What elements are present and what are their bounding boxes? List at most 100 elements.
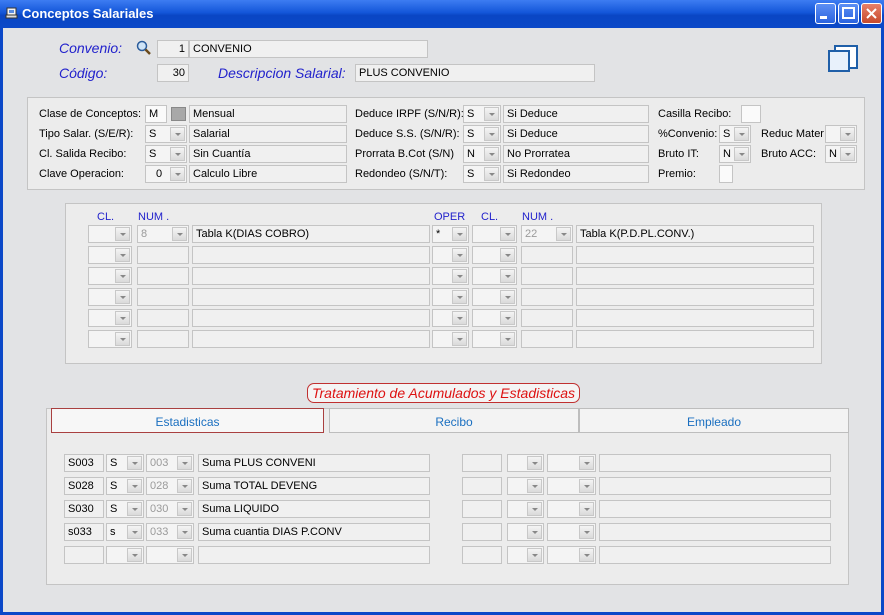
chevron-down-icon[interactable] — [177, 525, 192, 539]
acum-flag-select[interactable]: S — [106, 477, 144, 495]
clave-select[interactable]: 0 — [145, 165, 187, 183]
chevron-down-icon[interactable] — [452, 290, 467, 304]
formula-cl2-select[interactable] — [472, 267, 517, 285]
acum-flag-select[interactable]: S — [106, 454, 144, 472]
descripcion-field[interactable]: PLUS CONVENIO — [355, 64, 595, 82]
clase-lookup-button[interactable] — [171, 107, 186, 121]
chevron-down-icon[interactable] — [484, 107, 499, 121]
chevron-down-icon[interactable] — [177, 456, 192, 470]
formula-cl1-select[interactable] — [88, 225, 132, 243]
copy-windows-icon[interactable] — [825, 44, 861, 74]
acum-num-select[interactable]: 028 — [146, 477, 194, 495]
redondeo-select[interactable]: S — [463, 165, 501, 183]
chevron-down-icon[interactable] — [115, 311, 130, 325]
casilla-field[interactable] — [741, 105, 761, 123]
acum-num-select[interactable]: 003 — [146, 454, 194, 472]
formula-cl2-select[interactable] — [472, 309, 517, 327]
chevron-down-icon[interactable] — [452, 311, 467, 325]
acum-code-field[interactable]: s033 — [64, 523, 104, 541]
codigo-field[interactable]: 30 — [157, 64, 189, 82]
chevron-down-icon[interactable] — [579, 456, 594, 470]
tab-recibo[interactable]: Recibo — [329, 408, 579, 433]
maximize-button[interactable] — [838, 3, 859, 24]
chevron-down-icon[interactable] — [115, 248, 130, 262]
chevron-down-icon[interactable] — [127, 548, 142, 562]
tipo-select[interactable]: S — [145, 125, 187, 143]
reduc-select[interactable] — [825, 125, 857, 143]
acum-recibo-num-select[interactable] — [547, 477, 596, 495]
chevron-down-icon[interactable] — [484, 127, 499, 141]
formula-num2-select[interactable]: 22 — [521, 225, 573, 243]
pconvenio-select[interactable]: S — [719, 125, 751, 143]
acum-recibo-code-field[interactable] — [462, 546, 502, 564]
formula-cl1-select[interactable] — [88, 309, 132, 327]
prorrata-select[interactable]: N — [463, 145, 501, 163]
chevron-down-icon[interactable] — [127, 479, 142, 493]
chevron-down-icon[interactable] — [500, 227, 515, 241]
close-button[interactable] — [861, 3, 882, 24]
formula-cl1-select[interactable] — [88, 267, 132, 285]
chevron-down-icon[interactable] — [177, 479, 192, 493]
chevron-down-icon[interactable] — [452, 248, 467, 262]
formula-num2-field[interactable] — [521, 330, 573, 348]
chevron-down-icon[interactable] — [579, 525, 594, 539]
chevron-down-icon[interactable] — [556, 227, 571, 241]
chevron-down-icon[interactable] — [527, 456, 542, 470]
acum-flag-select[interactable] — [106, 546, 144, 564]
acum-recibo-code-field[interactable] — [462, 500, 502, 518]
acum-code-field[interactable]: S030 — [64, 500, 104, 518]
salida-select[interactable]: S — [145, 145, 187, 163]
chevron-down-icon[interactable] — [500, 332, 515, 346]
chevron-down-icon[interactable] — [734, 147, 749, 161]
formula-oper-select[interactable] — [432, 288, 469, 306]
chevron-down-icon[interactable] — [579, 479, 594, 493]
acum-code-field[interactable] — [64, 546, 104, 564]
chevron-down-icon[interactable] — [115, 332, 130, 346]
acum-recibo-flag-select[interactable] — [507, 454, 544, 472]
formula-num1-field[interactable] — [137, 309, 189, 327]
acum-num-select[interactable]: 030 — [146, 500, 194, 518]
chevron-down-icon[interactable] — [500, 311, 515, 325]
chevron-down-icon[interactable] — [579, 502, 594, 516]
formula-oper-select[interactable] — [432, 246, 469, 264]
chevron-down-icon[interactable] — [170, 127, 185, 141]
acum-recibo-num-select[interactable] — [547, 523, 596, 541]
acum-recibo-code-field[interactable] — [462, 454, 502, 472]
formula-num2-field[interactable] — [521, 288, 573, 306]
chevron-down-icon[interactable] — [840, 147, 855, 161]
formula-num1-field[interactable] — [137, 288, 189, 306]
chevron-down-icon[interactable] — [500, 248, 515, 262]
tab-estadisticas[interactable]: Estadisticas — [51, 408, 324, 433]
clase-code-field[interactable]: M — [145, 105, 167, 123]
ss-select[interactable]: S — [463, 125, 501, 143]
acum-recibo-code-field[interactable] — [462, 523, 502, 541]
chevron-down-icon[interactable] — [177, 502, 192, 516]
chevron-down-icon[interactable] — [840, 127, 855, 141]
irpf-select[interactable]: S — [463, 105, 501, 123]
formula-cl2-select[interactable] — [472, 225, 517, 243]
formula-cl2-select[interactable] — [472, 330, 517, 348]
acum-recibo-num-select[interactable] — [547, 454, 596, 472]
acum-num-select[interactable] — [146, 546, 194, 564]
formula-num1-field[interactable] — [137, 267, 189, 285]
convenio-code-field[interactable]: 1 — [157, 40, 189, 58]
chevron-down-icon[interactable] — [527, 548, 542, 562]
search-icon[interactable] — [136, 40, 152, 56]
chevron-down-icon[interactable] — [115, 227, 130, 241]
chevron-down-icon[interactable] — [500, 290, 515, 304]
chevron-down-icon[interactable] — [170, 167, 185, 181]
formula-oper-select[interactable] — [432, 267, 469, 285]
bruto-it-select[interactable]: N — [719, 145, 751, 163]
chevron-down-icon[interactable] — [170, 147, 185, 161]
acum-num-select[interactable]: 033 — [146, 523, 194, 541]
formula-num2-field[interactable] — [521, 267, 573, 285]
acum-recibo-num-select[interactable] — [547, 500, 596, 518]
chevron-down-icon[interactable] — [452, 269, 467, 283]
formula-cl2-select[interactable] — [472, 246, 517, 264]
chevron-down-icon[interactable] — [115, 290, 130, 304]
chevron-down-icon[interactable] — [734, 127, 749, 141]
chevron-down-icon[interactable] — [500, 269, 515, 283]
chevron-down-icon[interactable] — [527, 479, 542, 493]
chevron-down-icon[interactable] — [177, 548, 192, 562]
acum-code-field[interactable]: S003 — [64, 454, 104, 472]
